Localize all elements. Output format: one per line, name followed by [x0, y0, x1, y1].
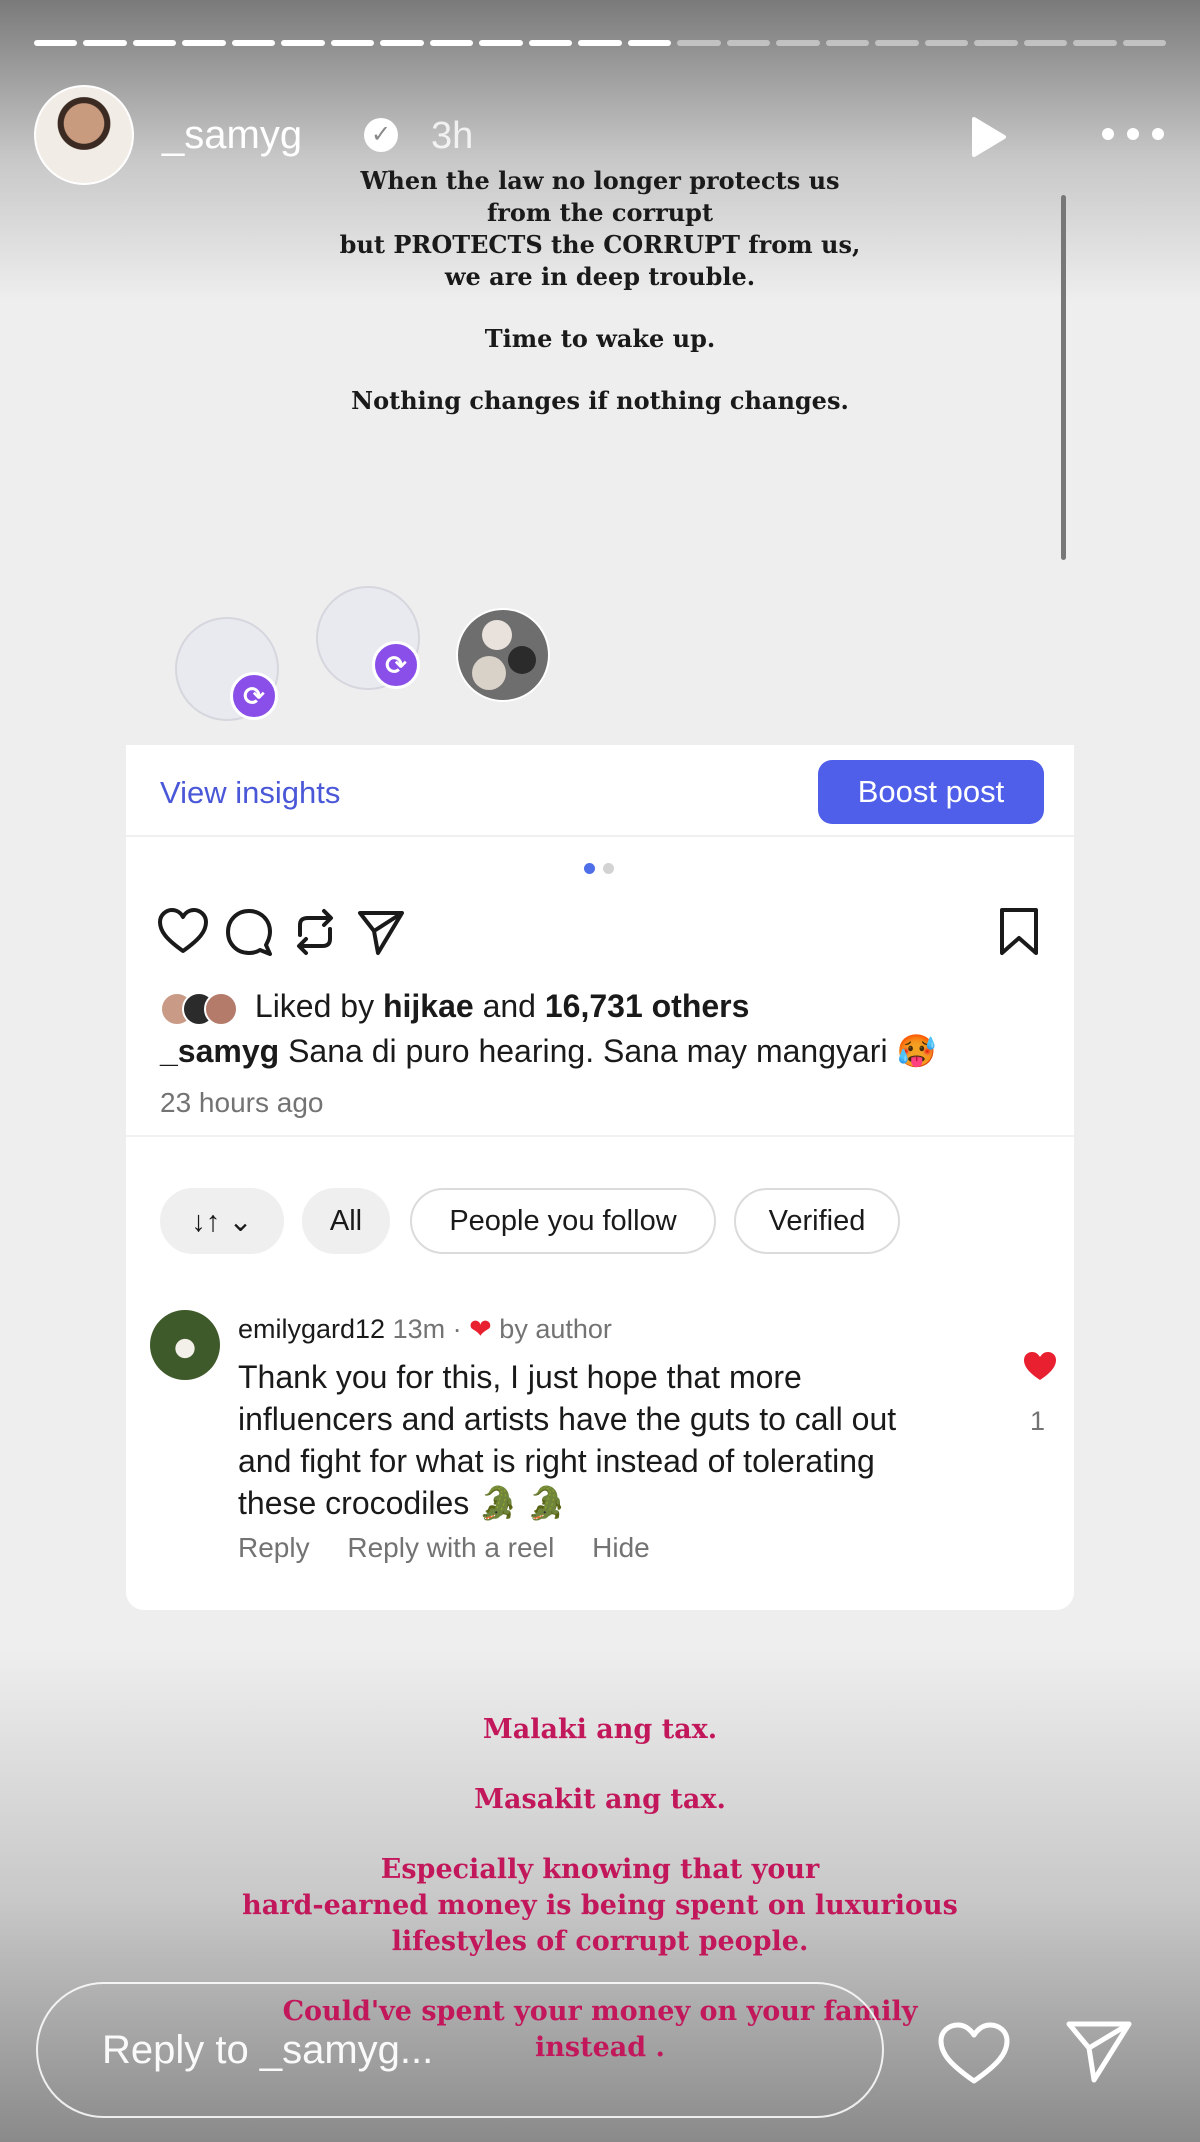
- quote-line: When the law no longer protects us: [360, 166, 840, 195]
- insights-row: View insights Boost post: [126, 745, 1074, 837]
- progress-segment: [726, 40, 771, 46]
- heart-icon[interactable]: [156, 905, 210, 959]
- quote-line: but PROTECTS the CORRUPT from us,: [339, 230, 861, 259]
- quote-line: hard-earned money is being spent on luxu…: [242, 1890, 958, 1921]
- progress-segment: [875, 40, 919, 46]
- likes-and: and: [482, 988, 536, 1024]
- quote-line: we are in deep trouble.: [444, 262, 756, 291]
- comment-meta: emilygard12 13m · ❤ by author: [238, 1314, 612, 1345]
- post-timestamp: 23 hours ago: [160, 1087, 324, 1118]
- boost-post-button[interactable]: Boost post: [818, 760, 1044, 824]
- progress-segment: [182, 40, 226, 46]
- progress-segment: [479, 40, 523, 46]
- story-viewer: _samyg ✓ 3h When the law no longer prote…: [0, 0, 1200, 2142]
- comment-heart-icon[interactable]: [1022, 1350, 1058, 1382]
- comment-time: 13m: [392, 1314, 446, 1344]
- progress-segment: [677, 40, 721, 46]
- filter-verified[interactable]: Verified: [734, 1188, 900, 1254]
- carousel-dots: [584, 863, 614, 874]
- liker-avatar: [204, 991, 238, 1026]
- quote-line: Masakit ang tax.: [474, 1784, 726, 1815]
- progress-segment: [578, 40, 622, 46]
- post-caption: _samyg Sana di puro hearing. Sana may ma…: [160, 1032, 936, 1070]
- quote-bottom-paragraph-3: Especially knowing that your hard-earned…: [200, 1852, 1000, 1960]
- heart-icon[interactable]: [937, 2021, 1011, 2085]
- progress-segment: [429, 40, 474, 46]
- verified-icon: ✓: [364, 118, 398, 152]
- comment-actions: Reply Reply with a reel Hide: [238, 1532, 680, 1564]
- reply-input[interactable]: [36, 1982, 884, 2118]
- comment-like-count: 1: [1030, 1406, 1046, 1436]
- sort-button[interactable]: ↓↑ ⌄: [160, 1188, 284, 1254]
- liker-username[interactable]: hijkae: [383, 988, 474, 1024]
- scroll-indicator: [1061, 195, 1066, 560]
- filter-people-you-follow[interactable]: People you follow: [410, 1188, 716, 1254]
- commenter-avatar[interactable]: [150, 1310, 220, 1380]
- likes-prefix: Liked by: [254, 988, 375, 1024]
- filter-all[interactable]: All: [302, 1188, 390, 1254]
- caption-username[interactable]: _samyg: [160, 1033, 279, 1069]
- progress-segment: [528, 40, 573, 46]
- meta-separator: ·: [452, 1314, 462, 1344]
- quote-line: Especially knowing that your: [380, 1854, 820, 1885]
- reply-with-reel-link[interactable]: Reply with a reel: [347, 1532, 554, 1563]
- view-insights-link[interactable]: View insights: [160, 775, 340, 811]
- repost-icon[interactable]: [288, 905, 342, 959]
- progress-segment: [1073, 40, 1117, 46]
- story-progress-bar: [34, 40, 1167, 46]
- progress-segment: [281, 40, 325, 46]
- liked-by-author: by author: [499, 1314, 612, 1344]
- caption-text: Sana di puro hearing. Sana may mangyari …: [288, 1033, 937, 1069]
- comment-filters: ↓↑ ⌄ All People you follow Verified: [160, 1188, 1040, 1254]
- quote-line: from the corrupt: [486, 198, 714, 227]
- divider: [126, 1135, 1074, 1137]
- post-actions: [156, 905, 1046, 965]
- carousel-dot-active: [584, 863, 595, 874]
- quote-top-paragraph-1: When the law no longer protects us from …: [300, 165, 900, 293]
- quote-line: Nothing changes if nothing changes.: [351, 386, 849, 415]
- progress-segment: [627, 40, 672, 46]
- author-avatar[interactable]: [34, 85, 134, 185]
- progress-segment: [380, 40, 424, 46]
- hide-link[interactable]: Hide: [592, 1532, 650, 1563]
- commenter-username[interactable]: emilygard12: [238, 1314, 385, 1344]
- progress-segment: [132, 40, 177, 46]
- play-icon[interactable]: [962, 113, 1010, 161]
- quote-line: lifestyles of corrupt people.: [391, 1926, 809, 1957]
- progress-segment: [330, 40, 375, 46]
- progress-segment: [1023, 40, 1068, 46]
- reply-link[interactable]: Reply: [238, 1532, 310, 1563]
- progress-segment: [231, 40, 276, 46]
- post-card: View insights Boost post Liked by hijkae…: [126, 745, 1074, 1610]
- progress-segment: [974, 40, 1018, 46]
- share-icon[interactable]: [354, 905, 408, 959]
- comment-icon[interactable]: [222, 905, 276, 959]
- friends-avatar-stack[interactable]: [456, 608, 550, 702]
- progress-segment: [776, 40, 820, 46]
- progress-segment: [83, 40, 127, 46]
- bookmark-icon[interactable]: [992, 905, 1046, 959]
- likes-summary[interactable]: Liked by hijkae and 16,731 others: [160, 988, 749, 1026]
- progress-segment: [924, 40, 969, 46]
- more-icon[interactable]: [1098, 119, 1168, 149]
- quote-top: When the law no longer protects us from …: [300, 165, 900, 447]
- progress-segment: [1122, 40, 1167, 46]
- author-heart-icon: ❤: [469, 1314, 492, 1344]
- sync-icon: ⟳: [230, 672, 278, 720]
- quote-line: Time to wake up.: [484, 324, 716, 353]
- carousel-dot: [603, 863, 614, 874]
- quote-line: Malaki ang tax.: [482, 1714, 718, 1745]
- sort-icon: ↓↑ ⌄: [191, 1205, 253, 1238]
- comment-text: Thank you for this, I just hope that mor…: [238, 1359, 897, 1521]
- likes-others[interactable]: 16,731 others: [545, 988, 750, 1024]
- send-icon[interactable]: [1064, 2018, 1134, 2084]
- comment-item: emilygard12 13m · ❤ by author Thank you …: [150, 1310, 1056, 1570]
- sync-icon: ⟳: [372, 641, 420, 689]
- author-username[interactable]: _samyg: [162, 113, 302, 158]
- progress-segment: [34, 40, 78, 46]
- story-time: 3h: [431, 115, 474, 157]
- progress-segment: [825, 40, 870, 46]
